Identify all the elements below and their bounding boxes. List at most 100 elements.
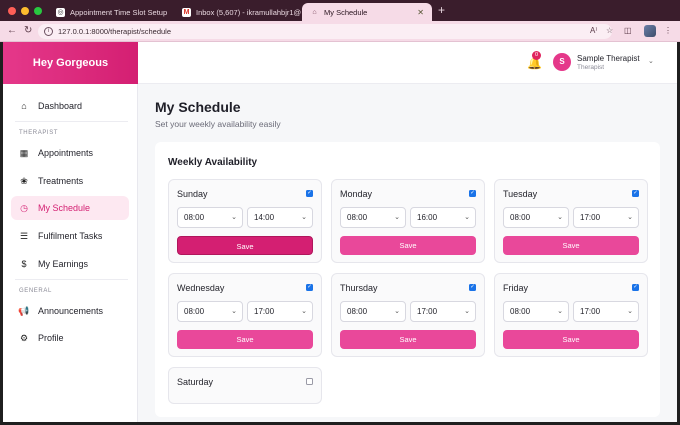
dollar-icon: $ <box>21 259 27 269</box>
browser-tab-my-schedule[interactable]: ⌂ My Schedule ✕ <box>302 3 432 21</box>
page-title: My Schedule <box>155 99 241 115</box>
chevron-down-icon: ⌄ <box>464 308 470 315</box>
home-icon: ⌂ <box>21 101 27 111</box>
chevron-down-icon: ⌄ <box>557 308 563 315</box>
user-gear-icon: ⚙ <box>19 332 29 343</box>
day-name: Wednesday <box>177 283 225 293</box>
end-time-select[interactable]: 16:00 ⌄ <box>410 207 476 228</box>
chevron-down-icon: ⌄ <box>627 308 633 315</box>
minimize-window-button[interactable] <box>21 7 29 15</box>
start-time-select[interactable]: 08:00 ⌄ <box>340 207 406 228</box>
save-button[interactable]: Save <box>503 330 639 349</box>
sidebar: Hey Gorgeous ⌂ Dashboard THERAPIST ▦ App… <box>3 42 138 422</box>
extensions-icon[interactable]: ◫ <box>624 26 632 35</box>
day-card-tuesday: Tuesday ✓ 08:00 ⌄ 17:00 ⌄ Save <box>494 179 648 263</box>
maximize-window-button[interactable] <box>34 7 42 15</box>
browser-tab-appointment-setup[interactable]: ◎ Appointment Time Slot Setup ✕ <box>48 3 174 21</box>
sidebar-divider <box>15 121 128 122</box>
calendar-icon: ▦ <box>19 147 29 158</box>
browser-tab-inbox[interactable]: M Inbox (5,607) - ikramullahbjr1@ ✕ <box>174 3 302 21</box>
save-button[interactable]: Save <box>177 330 313 349</box>
day-enabled-checkbox[interactable]: ✓ <box>632 190 639 197</box>
window-controls <box>8 7 42 15</box>
day-card-friday: Friday ✓ 08:00 ⌄ 17:00 ⌄ Save <box>494 273 648 357</box>
end-time-select[interactable]: 14:00 ⌄ <box>247 207 313 228</box>
user-avatar[interactable]: S <box>553 53 571 71</box>
day-enabled-checkbox[interactable]: ✓ <box>469 190 476 197</box>
sidebar-divider <box>15 279 128 280</box>
close-tab-icon[interactable]: ✕ <box>411 8 424 17</box>
day-enabled-checkbox[interactable] <box>306 378 313 385</box>
day-enabled-checkbox[interactable]: ✓ <box>306 190 313 197</box>
chevron-down-icon: ⌄ <box>394 308 400 315</box>
list-icon: ☰ <box>19 230 29 241</box>
clock-icon: ◷ <box>20 202 28 213</box>
brand-logo[interactable]: Hey Gorgeous <box>3 42 138 84</box>
browser-menu-icon[interactable]: ⋮ <box>664 26 672 35</box>
chevron-down-icon: ⌄ <box>394 214 400 221</box>
save-button[interactable]: Save <box>340 330 476 349</box>
sidebar-item-dashboard[interactable]: ⌂ Dashboard <box>11 94 129 118</box>
sidebar-item-announcements[interactable]: 📢 Announcements <box>11 299 129 323</box>
sidebar-item-fulfilment-tasks[interactable]: ☰ Fulfilment Tasks <box>11 224 129 248</box>
end-time-select[interactable]: 17:00 ⌄ <box>573 207 639 228</box>
save-button[interactable]: Save <box>503 236 639 255</box>
top-header: 🔔 0 S Sample Therapist Therapist ⌄ <box>138 42 677 84</box>
notification-badge: 0 <box>532 51 541 60</box>
browser-profile-avatar[interactable] <box>644 25 656 37</box>
start-time-select[interactable]: 08:00 ⌄ <box>177 207 243 228</box>
sidebar-section-therapist: THERAPIST <box>19 130 59 136</box>
globe-icon: ◎ <box>56 7 65 17</box>
address-bar[interactable]: i 127.0.0.1:8000/therapist/schedule <box>38 24 612 39</box>
day-name: Friday <box>503 283 529 293</box>
gmail-icon: M <box>182 7 191 17</box>
close-window-button[interactable] <box>8 7 16 15</box>
day-card-sunday: Sunday ✓ 08:00 ⌄ 14:00 ⌄ Save <box>168 179 322 263</box>
chevron-down-icon: ⌄ <box>627 214 633 221</box>
day-name: Tuesday <box>503 189 538 199</box>
start-time-select[interactable]: 08:00 ⌄ <box>340 301 406 322</box>
day-card-wednesday: Wednesday ✓ 08:00 ⌄ 17:00 ⌄ Save <box>168 273 322 357</box>
browser-toolbar: ← ↻ i 127.0.0.1:8000/therapist/schedule … <box>0 21 680 42</box>
day-card-saturday: Saturday <box>168 367 322 404</box>
chevron-down-icon: ⌄ <box>301 214 307 221</box>
save-button[interactable]: Save <box>177 236 313 255</box>
new-tab-icon[interactable]: + <box>438 3 445 17</box>
chevron-down-icon: ⌄ <box>464 214 470 221</box>
app-viewport: Hey Gorgeous ⌂ Dashboard THERAPIST ▦ App… <box>3 42 677 422</box>
end-time-select[interactable]: 17:00 ⌄ <box>410 301 476 322</box>
start-time-select[interactable]: 08:00 ⌄ <box>177 301 243 322</box>
chevron-down-icon: ⌄ <box>557 214 563 221</box>
sidebar-item-profile[interactable]: ⚙ Profile <box>11 326 129 350</box>
day-name: Saturday <box>177 377 214 387</box>
sidebar-item-my-schedule[interactable]: ◷ My Schedule <box>11 196 129 220</box>
user-name[interactable]: Sample Therapist <box>577 54 640 63</box>
end-time-select[interactable]: 17:00 ⌄ <box>247 301 313 322</box>
sidebar-item-treatments[interactable]: ❀ Treatments <box>11 169 129 193</box>
day-enabled-checkbox[interactable]: ✓ <box>469 284 476 291</box>
close-tab-icon[interactable]: ✕ <box>167 8 174 17</box>
reload-icon[interactable]: ↻ <box>24 25 32 36</box>
save-button[interactable]: Save <box>340 236 476 255</box>
card-title: Weekly Availability <box>168 157 258 168</box>
end-time-select[interactable]: 17:00 ⌄ <box>573 301 639 322</box>
chevron-down-icon: ⌄ <box>301 308 307 315</box>
chevron-down-icon[interactable]: ⌄ <box>648 57 654 65</box>
day-name: Monday <box>340 189 373 199</box>
day-name: Sunday <box>177 189 208 199</box>
day-enabled-checkbox[interactable]: ✓ <box>632 284 639 291</box>
sidebar-item-my-earnings[interactable]: $ My Earnings <box>11 252 129 276</box>
favorite-star-icon[interactable]: ☆ <box>606 26 613 35</box>
back-arrow-icon[interactable]: ← <box>7 25 17 36</box>
start-time-select[interactable]: 08:00 ⌄ <box>503 301 569 322</box>
page-subtitle: Set your weekly availability easily <box>155 119 281 129</box>
day-card-monday: Monday ✓ 08:00 ⌄ 16:00 ⌄ Save <box>331 179 485 263</box>
app-favicon-icon: ⌂ <box>310 7 319 17</box>
sidebar-item-appointments[interactable]: ▦ Appointments <box>11 141 129 165</box>
start-time-select[interactable]: 08:00 ⌄ <box>503 207 569 228</box>
weekly-availability-card: Weekly Availability Sunday ✓ 08:00 ⌄ 14:0… <box>155 142 660 417</box>
day-enabled-checkbox[interactable]: ✓ <box>306 284 313 291</box>
site-info-icon[interactable]: i <box>44 27 53 36</box>
user-role: Therapist <box>577 64 605 71</box>
read-aloud-icon[interactable]: A⁾ <box>590 26 597 35</box>
